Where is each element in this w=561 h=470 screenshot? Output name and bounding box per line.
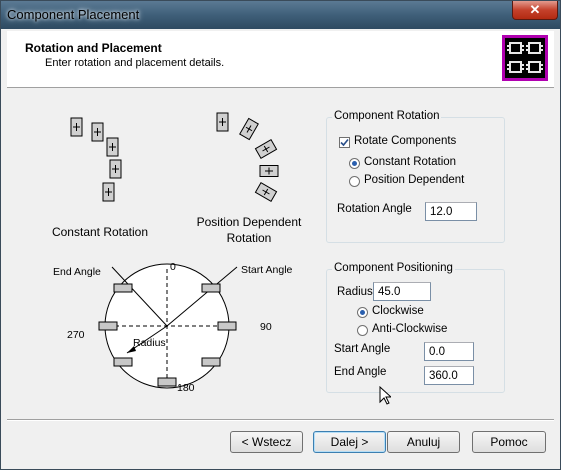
title-bar[interactable]: Component Placement ✕ [1, 1, 560, 29]
anticlockwise-radio[interactable] [357, 325, 368, 336]
position-dependent-radio-label[interactable]: Position Dependent [364, 174, 464, 186]
clockwise-radio-label[interactable]: Clockwise [372, 305, 424, 317]
radius-diagram-label: Radius [133, 337, 166, 349]
end-angle-field-label: End Angle [334, 366, 387, 378]
start-angle-input[interactable] [424, 342, 474, 361]
help-button[interactable]: Pomoc [472, 431, 546, 453]
wizard-header: Rotation and Placement Enter rotation an… [7, 31, 554, 88]
component-positioning-group: Component Positioning Radius Clockwise A… [326, 262, 505, 393]
constant-rotation-diagram [70, 117, 122, 202]
position-dependent-caption-line1: Position Dependent [196, 215, 302, 229]
placement-circle-diagram [98, 263, 238, 389]
rotation-angle-label: Rotation Angle [337, 203, 412, 215]
dialog-body: Constant Rotation Position Dependent Rot… [7, 89, 554, 465]
component-rotation-group: Component Rotation Rotate Components Con… [326, 110, 505, 243]
cancel-button[interactable]: Anuluj [387, 431, 460, 453]
clockwise-radio[interactable] [357, 307, 368, 318]
two-seventy-degree-label: 270 [67, 329, 85, 341]
footer-separator [7, 419, 554, 421]
rotate-components-checkbox[interactable] [339, 137, 350, 148]
component-chip-icon [502, 35, 548, 81]
position-dependent-caption-line2: Rotation [226, 231, 272, 245]
close-button[interactable]: ✕ [512, 1, 558, 20]
ninety-degree-label: 90 [260, 321, 272, 333]
next-button[interactable]: Dalej > [313, 431, 386, 453]
position-dependent-radio[interactable] [349, 176, 360, 187]
end-angle-input[interactable] [424, 366, 474, 385]
position-dependent-diagram [216, 112, 279, 202]
radius-label: Radius [337, 286, 373, 298]
constant-rotation-caption: Constant Rotation [51, 225, 149, 239]
start-angle-field-label: Start Angle [334, 343, 391, 355]
mouse-cursor-icon [379, 386, 391, 405]
constant-rotation-radio-label[interactable]: Constant Rotation [364, 156, 456, 168]
start-angle-label: Start Angle [241, 264, 293, 276]
dialog-window: Component Placement ✕ Rotation and Place… [0, 0, 561, 470]
anticlockwise-radio-label[interactable]: Anti-Clockwise [372, 323, 447, 335]
constant-rotation-radio[interactable] [349, 158, 360, 169]
header-subtitle: Enter rotation and placement details. [45, 57, 225, 69]
radius-input[interactable] [373, 282, 431, 301]
one-eighty-degree-label: 180 [177, 382, 195, 394]
component-rotation-title: Component Rotation [332, 110, 442, 122]
window-title: Component Placement [7, 7, 140, 22]
zero-degree-label: 0 [170, 261, 176, 273]
end-angle-label: End Angle [53, 266, 101, 278]
component-positioning-title: Component Positioning [332, 262, 455, 274]
rotate-components-label[interactable]: Rotate Components [354, 135, 456, 147]
back-button[interactable]: < Wstecz [230, 431, 303, 453]
header-title: Rotation and Placement [25, 41, 162, 55]
rotation-angle-input[interactable] [425, 202, 477, 221]
